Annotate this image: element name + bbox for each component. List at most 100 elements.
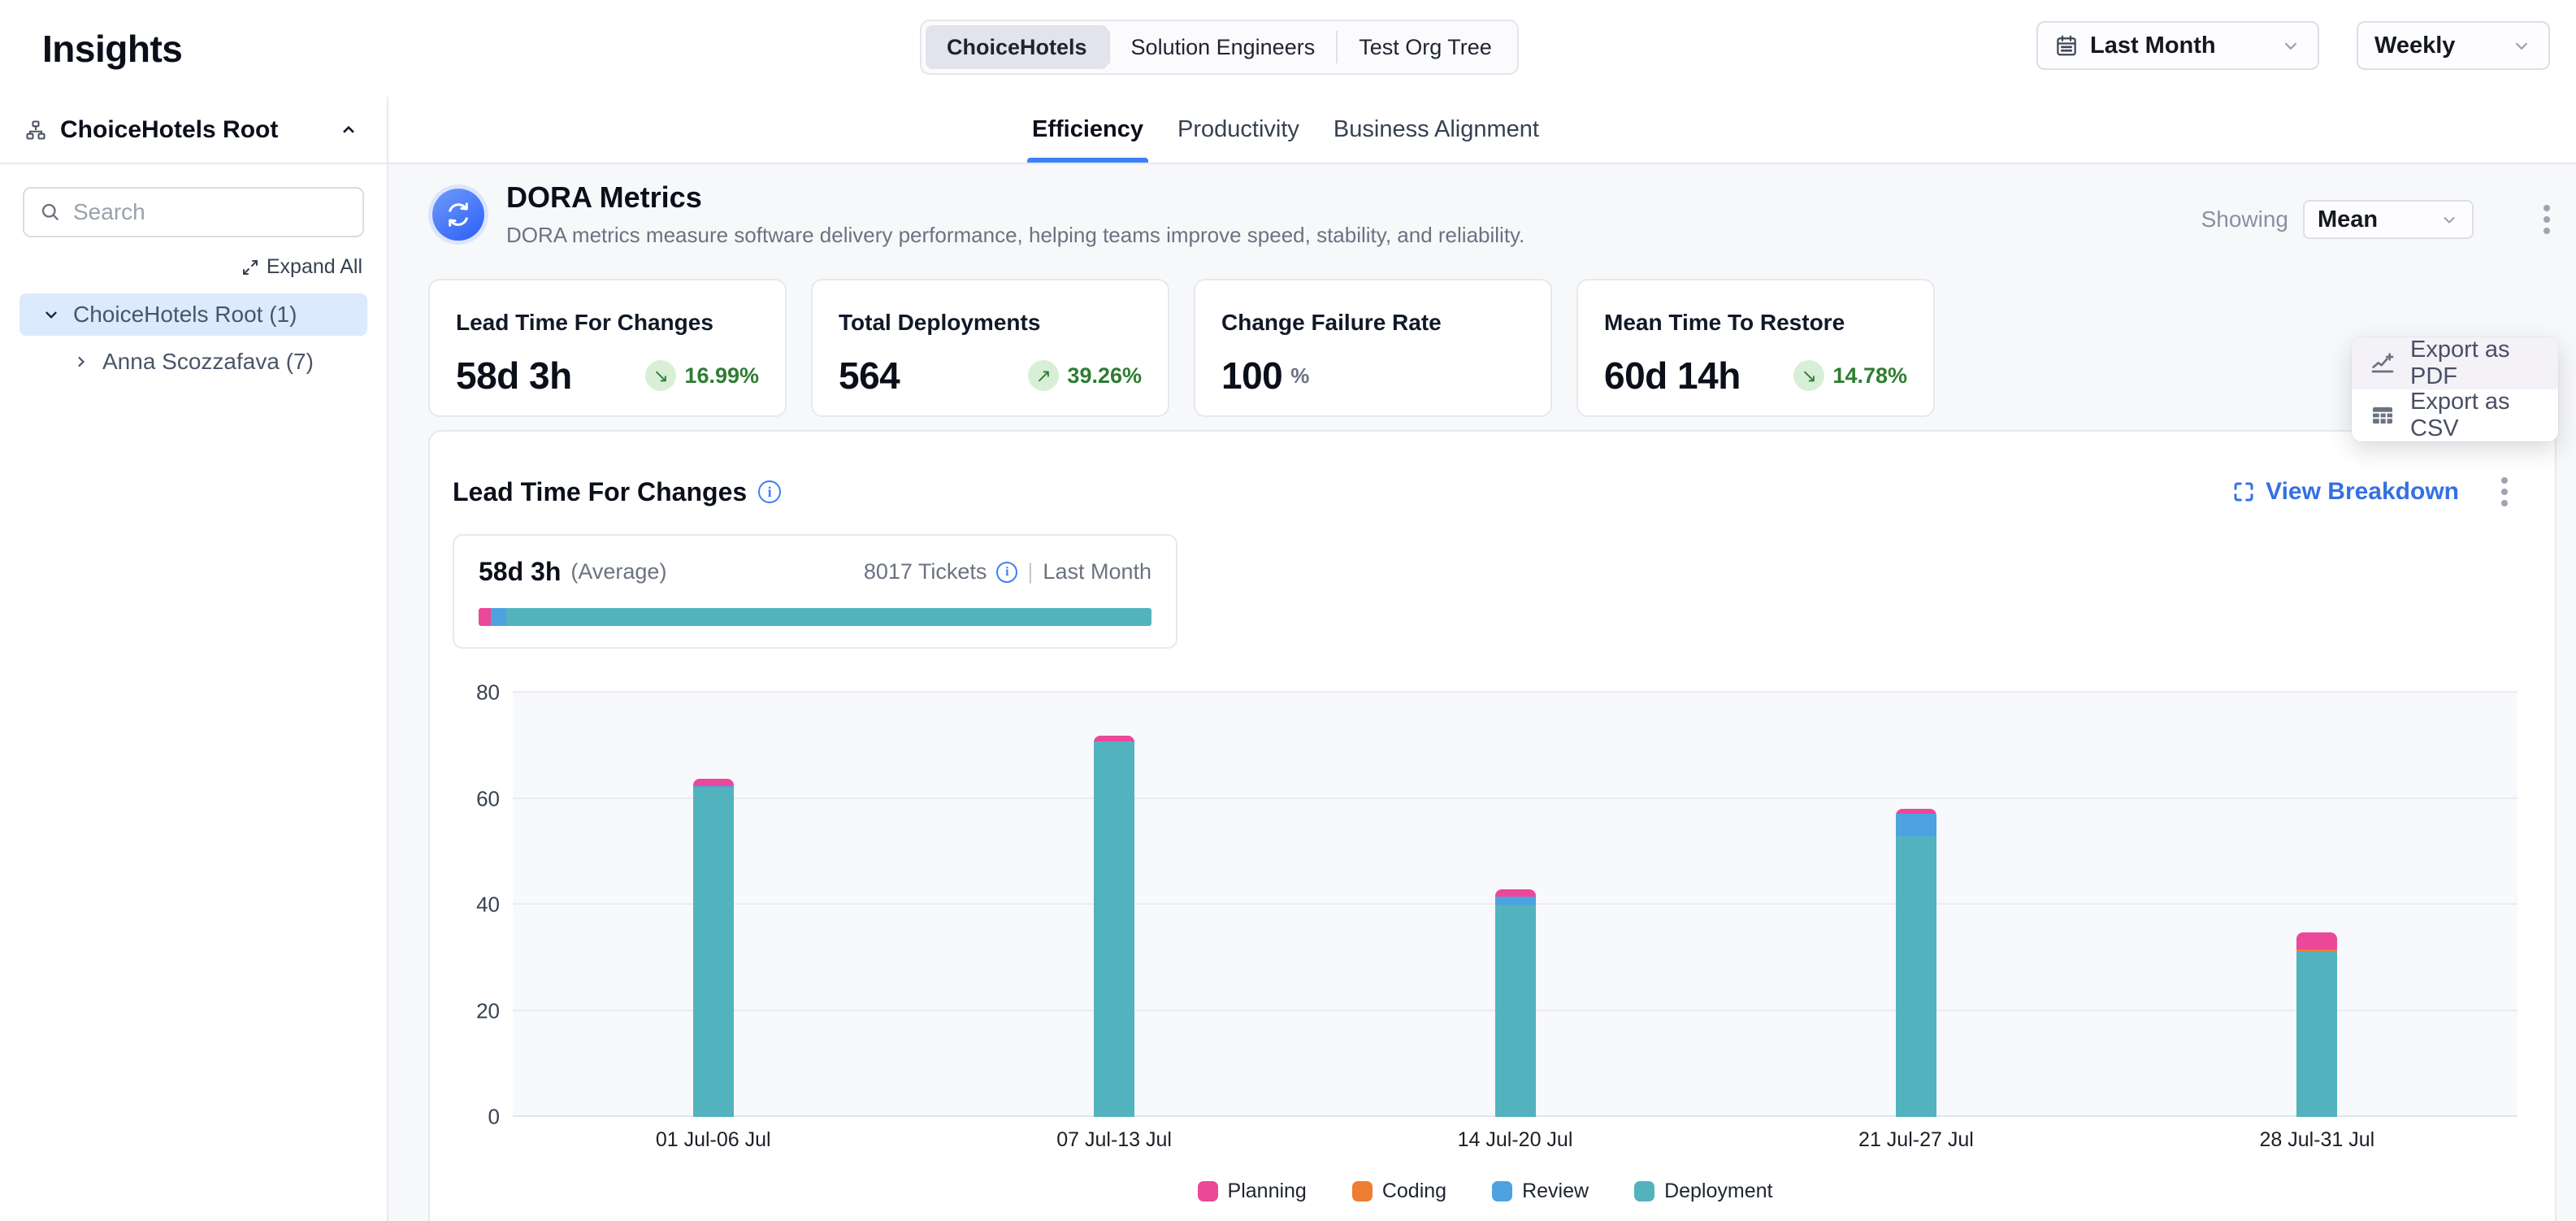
- legend-swatch-icon: [1198, 1181, 1218, 1201]
- search-input[interactable]: [73, 199, 348, 225]
- insights-app: Insights ChoiceHotelsSolution EngineersT…: [0, 0, 2576, 1221]
- trend-percent: 16.99%: [684, 363, 759, 389]
- y-axis-labels: 020406080: [453, 693, 513, 1117]
- bar-07-jul-13-jul[interactable]: [1094, 736, 1134, 1117]
- legend-label: Deployment: [1664, 1180, 1772, 1203]
- bar-28-jul-31-jul[interactable]: [2296, 932, 2337, 1117]
- dora-titles: DORA Metrics DORA metrics measure softwa…: [506, 180, 1524, 248]
- x-axis-labels: 01 Jul-06 Jul07 Jul-13 Jul14 Jul-20 Jul2…: [513, 1128, 2517, 1152]
- bar-segment-planning: [1495, 889, 1536, 896]
- sidebar-title: ChoiceHotels Root: [60, 116, 278, 144]
- main-tabs: Efficiency Productivity Business Alignment: [388, 97, 2576, 164]
- search-icon: [39, 201, 62, 224]
- metric-card-total-deployments: Total Deployments 564 ↗39.26%: [811, 279, 1169, 417]
- bar-21-jul-27-jul[interactable]: [1896, 809, 1936, 1117]
- calendar-icon: [2054, 33, 2079, 58]
- legend-swatch-icon: [1634, 1181, 1654, 1201]
- x-tick-label: 01 Jul-06 Jul: [513, 1128, 913, 1152]
- gridline-y80: [513, 691, 2517, 693]
- tree-item-anna-scozzafava[interactable]: Anna Scozzafava (7): [20, 341, 367, 383]
- tree-item-label: ChoiceHotels Root (1): [73, 302, 297, 328]
- dora-header: DORA Metrics DORA metrics measure softwa…: [428, 180, 1524, 248]
- expand-all-button[interactable]: Expand All: [241, 255, 362, 279]
- showing-select[interactable]: Mean: [2303, 200, 2474, 239]
- bar-plot[interactable]: [513, 693, 2517, 1117]
- legend-item-review[interactable]: Review: [1492, 1180, 1589, 1203]
- tabs-group: Efficiency Productivity Business Alignment: [1032, 97, 1539, 163]
- metric-card-lead-time-for-changes: Lead Time For Changes58d 3h↘16.99%: [428, 279, 787, 417]
- bar-14-jul-20-jul[interactable]: [1495, 889, 1536, 1117]
- showing-label: Showing: [2201, 206, 2288, 232]
- chevron-right-icon: [73, 354, 89, 370]
- chart-header-actions: View Breakdown: [2231, 471, 2514, 513]
- tree-item-choicehotels-root[interactable]: ChoiceHotels Root (1): [20, 293, 367, 336]
- bar-segment-deployment: [2296, 951, 2337, 1117]
- export-pdf-menu-item[interactable]: Export as PDF: [2352, 337, 2558, 389]
- summary-top: 58d 3h (Average) 8017 Tickets i | Last M…: [479, 557, 1151, 587]
- tab-productivity[interactable]: Productivity: [1177, 97, 1299, 163]
- tab-business-alignment[interactable]: Business Alignment: [1334, 97, 1539, 163]
- tab-efficiency[interactable]: Efficiency: [1032, 97, 1143, 163]
- legend-label: Coding: [1382, 1180, 1446, 1203]
- legend-label: Planning: [1228, 1180, 1307, 1203]
- chevron-down-icon: [2511, 35, 2532, 56]
- metric-unit: %: [1290, 363, 1309, 389]
- metric-title: Lead Time For Changes: [456, 310, 759, 336]
- showing-value: Mean: [2318, 206, 2378, 233]
- sidebar-search: [23, 187, 364, 237]
- bar-segment-review: [1495, 897, 1536, 905]
- info-icon[interactable]: i: [758, 480, 781, 503]
- phase-progress-bar: [479, 608, 1151, 626]
- export-csv-menu-item[interactable]: Export as CSV: [2352, 389, 2558, 441]
- bar-segment-planning: [1094, 736, 1134, 741]
- tickets-count: 8017 Tickets: [864, 559, 987, 584]
- trend-arrow-up-icon: ↗: [1028, 360, 1059, 391]
- chart-area: 020406080 01 Jul-06 Jul07 Jul-13 Jul14 J…: [453, 693, 2517, 1203]
- gridline-y60: [513, 797, 2517, 799]
- chart-card-header: Lead Time For Changes i View Breakdo: [430, 432, 2555, 513]
- chart-kebab-menu-button[interactable]: [2495, 471, 2514, 513]
- average-label: (Average): [570, 559, 666, 584]
- view-breakdown-button[interactable]: View Breakdown: [2231, 478, 2459, 506]
- chevron-down-icon: [42, 306, 60, 324]
- org-tab-solution-engineers[interactable]: Solution Engineers: [1110, 25, 1337, 69]
- legend-item-coding[interactable]: Coding: [1352, 1180, 1446, 1203]
- chevron-up-icon: [338, 119, 359, 141]
- dora-kebab-menu-button[interactable]: [2537, 198, 2556, 241]
- y-tick-label: 80: [476, 680, 500, 706]
- metric-card-mean-time-to-restore: Mean Time To Restore60d 14h↘14.78%: [1576, 279, 1935, 417]
- app-header: Insights ChoiceHotelsSolution EngineersT…: [0, 0, 2576, 97]
- org-tree: ChoiceHotels Root (1) Anna Scozzafava (7…: [0, 293, 387, 383]
- chevron-down-icon: [2280, 35, 2301, 56]
- metric-cards: Lead Time For Changes58d 3h↘16.99%Total …: [428, 279, 2556, 417]
- legend-item-deployment[interactable]: Deployment: [1634, 1180, 1772, 1203]
- app-shell: ChoiceHotels Root: [0, 97, 2576, 1221]
- org-tab-choicehotels[interactable]: ChoiceHotels: [926, 25, 1108, 69]
- trend-badge: ↘16.99%: [645, 360, 759, 391]
- metric-value: 564: [839, 354, 900, 398]
- lead-time-chart-card: Lead Time For Changes i View Breakdo: [428, 430, 2556, 1221]
- sidebar-collapse-button[interactable]: [338, 119, 359, 141]
- sidebar: ChoiceHotels Root: [0, 97, 388, 1221]
- date-range-value: Last Month: [2090, 33, 2216, 59]
- granularity-value: Weekly: [2374, 33, 2455, 59]
- metric-title: Total Deployments: [839, 310, 1142, 336]
- x-tick-label: 14 Jul-20 Jul: [1315, 1128, 1715, 1152]
- chart-title: Lead Time For Changes: [453, 477, 747, 507]
- progress-segment-deployment: [506, 608, 1151, 626]
- summary-period: Last Month: [1043, 559, 1151, 584]
- granularity-select[interactable]: Weekly: [2357, 21, 2550, 70]
- date-range-select[interactable]: Last Month: [2036, 21, 2319, 70]
- trend-arrow-down-icon: ↘: [1793, 360, 1824, 391]
- legend-item-planning[interactable]: Planning: [1198, 1180, 1307, 1203]
- average-value: 58d 3h: [479, 557, 561, 587]
- org-tab-test-org-tree[interactable]: Test Org Tree: [1338, 25, 1513, 69]
- export-menu: Export as PDF Export as CSV: [2352, 337, 2558, 441]
- trend-badge: ↗39.26%: [1028, 360, 1142, 391]
- metric-value: 100: [1221, 354, 1282, 398]
- legend-label: Review: [1522, 1180, 1589, 1203]
- bar-01-jul-06-jul[interactable]: [693, 779, 734, 1117]
- showing-controls: Showing Mean: [2201, 198, 2556, 241]
- info-icon[interactable]: i: [996, 562, 1017, 583]
- expand-all-row: Expand All: [0, 255, 362, 279]
